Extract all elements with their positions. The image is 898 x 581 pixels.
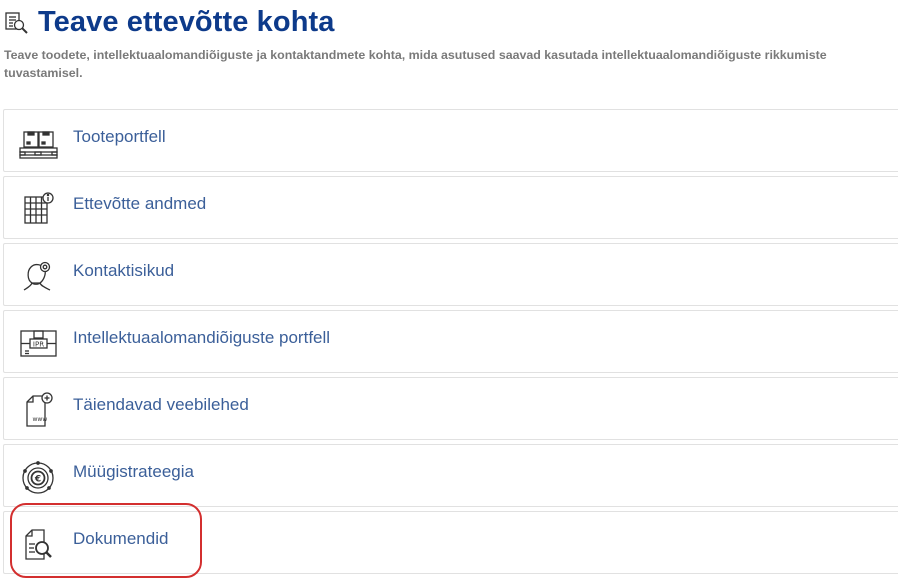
menu-item-label[interactable]: Tooteportfell [73,127,166,147]
page-subtitle: Teave toodete, intellektuaalomandiõigust… [4,48,827,80]
document-search-icon [16,522,60,566]
building-search-icon [4,10,30,36]
menu-item-label[interactable]: Müügistrateegia [73,462,194,482]
menu-item-ettevotte-andmed[interactable]: Ettevõtte andmed [3,176,898,239]
menu-item-kontaktisikud[interactable]: Kontaktisikud [3,243,898,306]
contact-person-icon [16,254,60,298]
page-header: Teave ettevõtte kohta Teave toodete, int… [4,4,898,82]
menu-item-label[interactable]: Ettevõtte andmed [73,194,206,214]
pallet-boxes-icon [16,120,60,164]
svg-text:www: www [33,416,48,423]
building-info-icon [16,187,60,231]
www-document-add-icon: www [16,388,60,432]
menu-item-dokumendid[interactable]: Dokumendid [3,511,898,574]
menu-item-taiendavad-veebilehed[interactable]: www Täiendavad veebilehed [3,377,898,440]
menu-item-label[interactable]: Dokumendid [73,529,168,549]
menu-item-label[interactable]: Intellektuaalomandiõiguste portfell [73,328,330,348]
menu-item-tooteportfell[interactable]: Tooteportfell [3,109,898,172]
svg-text:€: € [34,475,41,485]
company-info-menu: Tooteportfell Ettevõtte andmed Kontaktis [3,109,898,578]
euro-strategy-icon: € [16,455,60,499]
menu-item-muugistrateegia[interactable]: € Müügistrateegia [3,444,898,507]
menu-item-ip-portfell[interactable]: IPR Intellektuaalomandiõiguste portfell [3,310,898,373]
menu-item-label[interactable]: Täiendavad veebilehed [73,395,249,415]
ipr-package-icon: IPR [16,321,60,365]
page-title: Teave ettevõtte kohta [38,6,335,38]
menu-item-label[interactable]: Kontaktisikud [73,261,174,281]
svg-text:IPR: IPR [33,341,44,349]
title-row: Teave ettevõtte kohta [4,4,898,40]
